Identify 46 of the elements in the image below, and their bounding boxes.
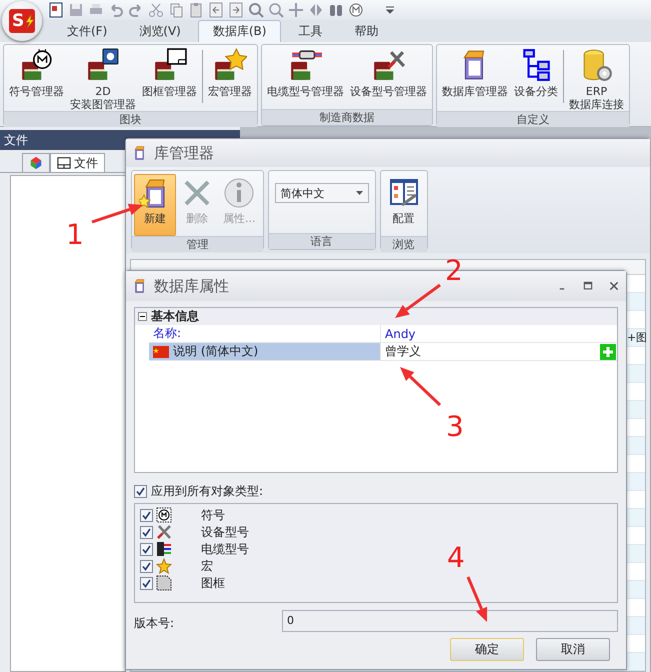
toolbar-button[interactable]: 配置 bbox=[382, 174, 424, 236]
object-type-label: 图框 bbox=[201, 574, 225, 592]
ribbon-button[interactable]: 宏管理器 bbox=[205, 48, 255, 98]
object-type-label: 宏 bbox=[201, 558, 213, 574]
section-label: 基本信息 bbox=[151, 308, 199, 325]
group-label: 图块 bbox=[4, 111, 257, 127]
table-cell: +图 bbox=[627, 330, 648, 345]
object-type-label: 符号 bbox=[201, 506, 225, 524]
checkbox-label: 应用到所有对象类型: bbox=[151, 483, 264, 500]
object-type-label: 设备型号 bbox=[201, 524, 249, 540]
step-number: 1 bbox=[66, 220, 84, 250]
menu-tab[interactable]: 工具 bbox=[283, 20, 338, 42]
group-label: 自定义 bbox=[437, 111, 629, 127]
version-field[interactable]: 0 bbox=[282, 610, 618, 632]
menu-tab[interactable]: 数据库(B) bbox=[198, 20, 282, 42]
menu-tab[interactable]: 文件(F) bbox=[52, 20, 122, 42]
cancel-button[interactable]: 取消 bbox=[536, 638, 610, 661]
panel-tab[interactable]: 文件 bbox=[50, 153, 105, 172]
group-label: 语言 bbox=[268, 233, 374, 249]
new-button[interactable]: 新建 bbox=[134, 174, 176, 236]
field-label: 版本号: bbox=[134, 615, 176, 632]
ribbon-button[interactable]: 设备分类 bbox=[511, 48, 561, 98]
window-title: 数据库属性 bbox=[154, 276, 229, 296]
ribbon-button[interactable]: 设备型号管理器 bbox=[347, 48, 430, 98]
ribbon-button[interactable]: 2D 安装图管理器 bbox=[67, 48, 139, 111]
property-value[interactable]: Andy bbox=[385, 326, 416, 340]
ok-button[interactable]: 确定 bbox=[450, 638, 524, 661]
property-value[interactable]: 曾学义 bbox=[385, 343, 421, 360]
menu-tab[interactable]: 帮助 bbox=[339, 20, 394, 42]
language-dropdown[interactable]: 简体中文 bbox=[274, 183, 368, 203]
step-number: 3 bbox=[446, 412, 464, 442]
ribbon-button[interactable]: ERP 数据库连接 bbox=[566, 48, 627, 111]
step-number: 2 bbox=[445, 256, 463, 286]
group-label: 管理 bbox=[132, 236, 262, 252]
property-name[interactable]: 名称: bbox=[149, 325, 381, 342]
logo-letter: S bbox=[12, 11, 24, 31]
ribbon-button[interactable]: 电缆型号管理器 bbox=[264, 48, 347, 98]
ribbon-button[interactable]: 图框管理器 bbox=[139, 48, 200, 98]
object-type-label: 电缆型号 bbox=[201, 540, 249, 558]
group-label: 制造商数据 bbox=[262, 109, 432, 125]
group-label: 浏览 bbox=[380, 236, 426, 252]
menu-tab[interactable]: 浏览(V) bbox=[124, 20, 196, 42]
step-number: 4 bbox=[447, 543, 465, 573]
property-name[interactable]: 说明 (简体中文) bbox=[149, 343, 381, 360]
ribbon-button[interactable]: 数据库管理器 bbox=[439, 48, 511, 98]
ribbon-button[interactable]: 符号管理器 bbox=[6, 48, 67, 98]
